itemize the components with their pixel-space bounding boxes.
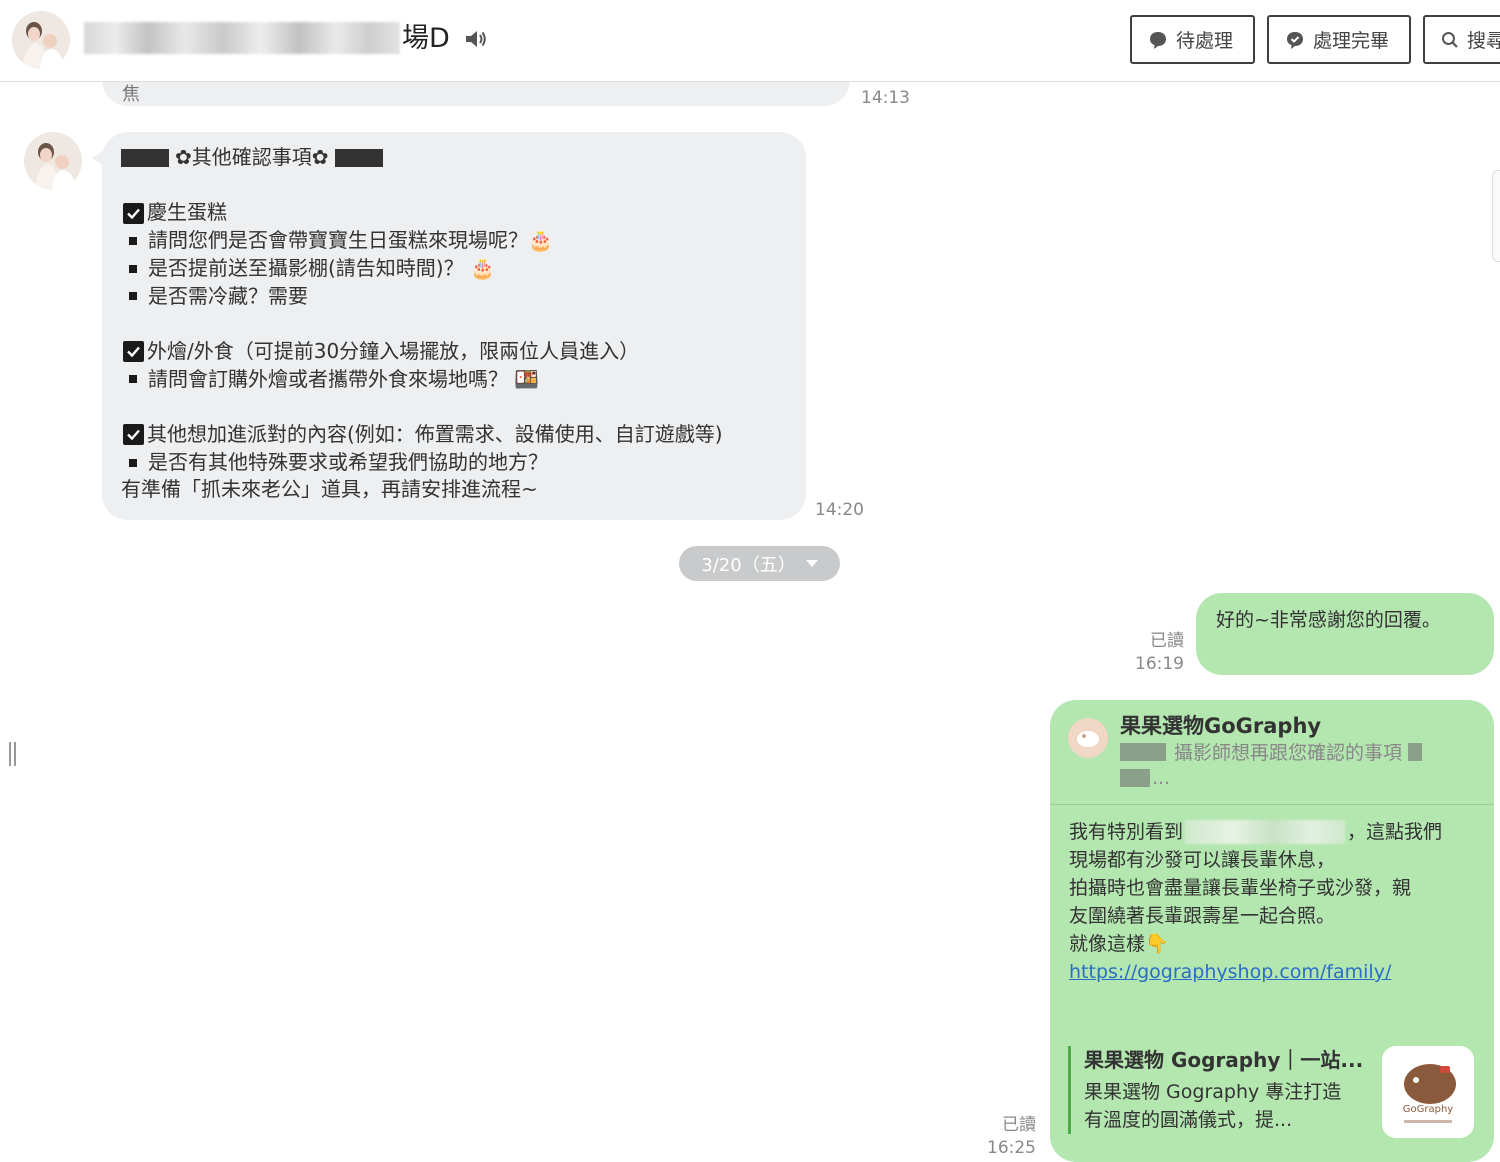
section3-title: 其他想加進派對的內容(例如：佈置需求、設備使用、自訂遊戲等) xyxy=(147,421,723,446)
thumb-logo-text: GoGraphy xyxy=(1403,1104,1454,1115)
body-text: ，這點我們 xyxy=(1347,821,1443,843)
checklist-note: 有準備「抓未來老公」道具，再請安排進流程~ xyxy=(121,477,538,502)
card-body-line: 友圍繞著長輩跟壽星一起合照。 xyxy=(1069,905,1336,927)
redacted-text xyxy=(1185,820,1346,844)
card-body-line: 現場都有沙發可以讓長輩休息， xyxy=(1069,849,1336,871)
checklist-item: 請問會訂購外燴或者攜帶外食來場地嗎？ 🍱 xyxy=(121,366,788,394)
link-preview-description: 果果選物 Gography 專注打造有溫度的圓滿儀式，提... xyxy=(1084,1081,1342,1131)
search-label: 搜尋 xyxy=(1467,30,1500,52)
contact-avatar[interactable] xyxy=(12,11,70,69)
message-bubble-incoming[interactable]: 焦 xyxy=(102,82,850,106)
bullet-icon xyxy=(129,236,137,245)
checklist-section-title: 外燴/外食（可提前30分鐘入場擺放，限兩位人員進入） xyxy=(121,338,788,366)
checklist-item: 請問您們是否會帶寶寶生日蛋糕來現場呢？🎂 xyxy=(121,227,788,255)
chat-bubble-icon xyxy=(1150,31,1166,49)
checkbox-icon xyxy=(123,341,144,363)
card-body-line: 就像這樣👇 xyxy=(1069,933,1169,955)
side-panel-tab[interactable] xyxy=(1492,170,1500,262)
bullet-icon xyxy=(129,264,137,273)
message-list[interactable]: 焦 14:13 ✿其他確認事項✿ 慶生蛋糕 請問您們是否會帶寶寶生日蛋糕來現場呢… xyxy=(0,82,1500,1162)
item-text: 是否提前送至攝影棚(請告知時間)？ 🎂 xyxy=(148,255,495,280)
contact-name-redacted xyxy=(84,22,400,54)
card-link-row: https://gographyshop.com/family/ xyxy=(1069,958,1489,986)
message-bubble-checklist[interactable]: ✿其他確認事項✿ 慶生蛋糕 請問您們是否會帶寶寶生日蛋糕來現場呢？🎂 是否提前送… xyxy=(92,132,806,520)
search-button[interactable]: 搜尋 xyxy=(1423,15,1500,64)
card-body-line: 我有特別看到 ，這點我們 xyxy=(1069,818,1489,846)
checklist-section-title: 其他想加進派對的內容(例如：佈置需求、設備使用、自訂遊戲等) xyxy=(121,421,788,449)
message-time: 14:20 xyxy=(815,500,864,520)
checklist-item: 是否需冷藏？需要 xyxy=(121,283,788,311)
redacted-block xyxy=(1120,769,1150,787)
card-quoted-text: 攝影師想再跟您確認的事項 xyxy=(1120,738,1423,765)
checklist-item: 是否提前送至攝影棚(請告知時間)？ 🎂 xyxy=(121,255,788,283)
sender-avatar[interactable] xyxy=(24,132,82,190)
message-time: 16:19 xyxy=(1135,654,1184,674)
done-label: 處理完畢 xyxy=(1313,30,1390,52)
bullet-icon xyxy=(129,458,137,467)
section2-title: 外燴/外食（可提前30分鐘入場擺放，限兩位人員進入） xyxy=(147,338,640,363)
checkbox-icon xyxy=(123,202,144,224)
item-text: 請問您們是否會帶寶寶生日蛋糕來現場呢？🎂 xyxy=(148,228,553,253)
read-label: 已讀 xyxy=(1002,1115,1036,1135)
link-preview-thumbnail[interactable]: GoGraphy xyxy=(1382,1046,1474,1138)
link-preview-title[interactable]: 果果選物 Gography｜一站... xyxy=(1084,1044,1363,1073)
checklist-section-title: 慶生蛋糕 xyxy=(121,199,788,227)
family-link[interactable]: https://gographyshop.com/family/ xyxy=(1069,958,1391,986)
chat-header: 場D 待處理 處理完畢 搜尋 xyxy=(0,0,1500,82)
resize-handle-icon[interactable] xyxy=(8,742,18,766)
chat-title: 場D xyxy=(402,23,450,54)
message-time: 16:25 xyxy=(987,1138,1036,1158)
card-body: 我有特別看到 ，這點我們 現場都有沙發可以讓長輩休息， 拍攝時也會盡量讓長輩坐椅… xyxy=(1069,818,1489,986)
card-sender-name: 果果選物GoGraphy xyxy=(1120,714,1322,738)
bullet-icon xyxy=(129,292,137,301)
date-divider-label: 3/20（五） xyxy=(701,554,796,576)
item-text: 是否有其他特殊要求或希望我們協助的地方？ xyxy=(148,449,548,474)
pending-button[interactable]: 待處理 xyxy=(1130,15,1255,64)
checklist-item: 是否有其他特殊要求或希望我們協助的地方？ xyxy=(121,449,788,477)
message-text-cut: 焦 xyxy=(122,84,140,105)
message-bubble-card[interactable]: 果果選物GoGraphy 攝影師想再跟您確認的事項 ... 我有特別看到 ，這點… xyxy=(1050,700,1494,1162)
redacted-block xyxy=(1120,742,1166,761)
item-text: 請問會訂購外燴或者攜帶外食來場地嗎？ 🍱 xyxy=(148,366,540,391)
card-quoted-more: ... xyxy=(1120,767,1170,789)
card-quoted-subtitle: 攝影師想再跟您確認的事項 xyxy=(1174,742,1403,764)
checkbox-icon xyxy=(123,424,144,446)
shop-logo-icon xyxy=(1068,718,1108,758)
section1-title: 慶生蛋糕 xyxy=(147,200,227,225)
body-text: 我有特別看到 xyxy=(1069,821,1184,843)
redacted-block xyxy=(1408,742,1423,761)
heading-bar-right xyxy=(334,148,383,167)
read-receipt: 已讀 16:19 xyxy=(1120,630,1184,676)
card-quoted-ellipsis: ... xyxy=(1152,767,1171,789)
read-label: 已讀 xyxy=(1150,631,1184,651)
check-bubble-icon xyxy=(1287,31,1303,49)
card-body-line: 拍攝時也會盡量讓長輩坐椅子或沙發，親 xyxy=(1069,877,1412,899)
link-preview-bar xyxy=(1068,1046,1071,1134)
checklist-heading-text: ✿其他確認事項✿ xyxy=(175,145,329,169)
bullet-icon xyxy=(129,375,137,384)
done-button[interactable]: 處理完畢 xyxy=(1267,15,1411,64)
read-receipt: 已讀 16:25 xyxy=(972,1114,1036,1160)
speaker-icon[interactable] xyxy=(464,28,488,50)
heading-bar-left xyxy=(121,148,169,167)
message-time: 14:13 xyxy=(861,88,910,108)
message-text: 好的~非常感謝您的回覆。 xyxy=(1216,609,1441,631)
pending-label: 待處理 xyxy=(1176,30,1234,52)
checklist-heading: ✿其他確認事項✿ xyxy=(121,144,788,172)
caret-down-icon xyxy=(805,559,818,567)
item-text: 是否需冷藏？需要 xyxy=(148,283,308,308)
date-divider[interactable]: 3/20（五） xyxy=(679,546,840,581)
search-icon xyxy=(1442,31,1458,48)
message-bubble-outgoing[interactable]: 好的~非常感謝您的回覆。 xyxy=(1196,593,1494,675)
card-divider xyxy=(1050,804,1494,805)
bubble-tail xyxy=(92,150,104,166)
